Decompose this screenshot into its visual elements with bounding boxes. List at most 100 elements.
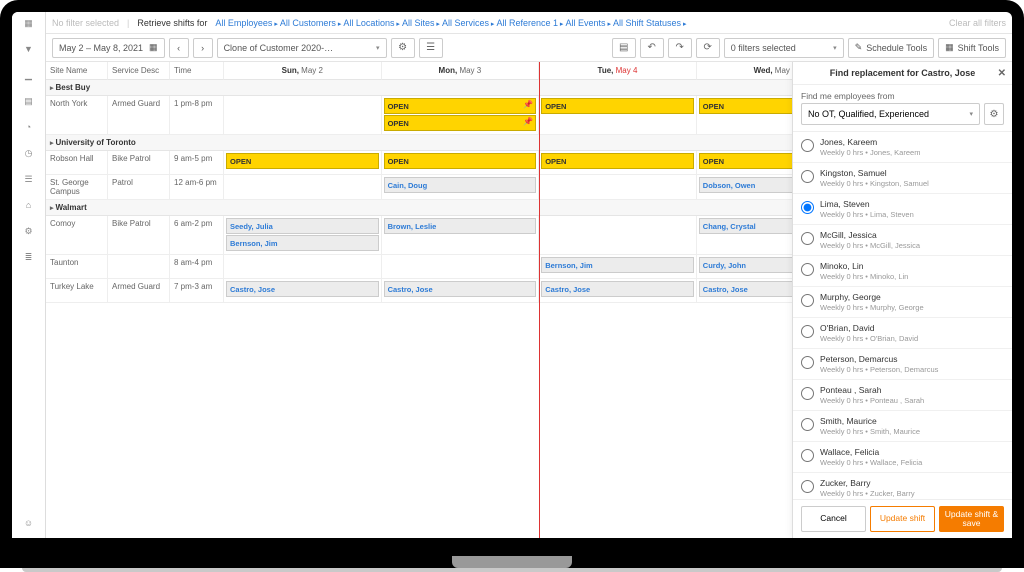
next-week-button[interactable]: › — [193, 38, 213, 58]
shift[interactable]: OPEN — [541, 153, 694, 169]
prev-week-button[interactable]: ‹ — [169, 38, 189, 58]
shift-cell[interactable] — [224, 255, 382, 279]
shift-cell[interactable]: OPEN — [539, 96, 697, 135]
clock-icon[interactable]: ◷ — [22, 146, 36, 160]
employee-radio[interactable] — [801, 418, 814, 431]
filter-settings-button[interactable]: ⚙ — [984, 103, 1004, 125]
shift[interactable]: OPEN — [226, 153, 379, 169]
clipboard-button[interactable]: ▤ — [612, 38, 636, 58]
shift-cell[interactable]: Bernson, Jim — [539, 255, 697, 279]
employee-radio[interactable] — [801, 170, 814, 183]
employee-radio[interactable] — [801, 387, 814, 400]
clear-all-filters[interactable]: Clear all filters — [949, 18, 1006, 28]
employee-radio[interactable] — [801, 139, 814, 152]
employee-option[interactable]: McGill, JessicaWeekly 0 hrs • McGill, Je… — [793, 225, 1012, 256]
shift-cell[interactable]: Cain, Doug — [382, 175, 540, 200]
employee-option[interactable]: Zucker, BarryWeekly 0 hrs • Zucker, Barr… — [793, 473, 1012, 499]
employee-radio[interactable] — [801, 263, 814, 276]
row-label: Bike Patrol — [108, 151, 170, 175]
date-range[interactable]: May 2 – May 8, 2021 ▦ — [52, 38, 165, 58]
employee-option[interactable]: Wallace, FeliciaWeekly 0 hrs • Wallace, … — [793, 442, 1012, 473]
cancel-button[interactable]: Cancel — [801, 506, 866, 532]
filter-link[interactable]: All Employees — [215, 18, 278, 28]
clipboard-icon[interactable]: ▤ — [22, 94, 36, 108]
shift[interactable]: OPEN📌 — [384, 115, 537, 131]
employee-option[interactable]: Kingston, SamuelWeekly 0 hrs • Kingston,… — [793, 163, 1012, 194]
shift[interactable]: Bernson, Jim — [226, 235, 379, 251]
shift[interactable]: OPEN📌 — [384, 98, 537, 114]
grid-icon[interactable]: ▦ — [22, 16, 36, 30]
employee-option[interactable]: O'Brian, DavidWeekly 0 hrs • O'Brian, Da… — [793, 318, 1012, 349]
shift-cell[interactable]: OPEN📌OPEN📌 — [382, 96, 540, 135]
close-icon[interactable]: ✕ — [998, 68, 1006, 79]
employee-radio[interactable] — [801, 449, 814, 462]
shift-cell[interactable]: Castro, Jose — [224, 279, 382, 303]
update-save-button[interactable]: Update shift & save — [939, 506, 1004, 532]
chart-icon[interactable]: ▁ — [22, 68, 36, 82]
update-shift-button[interactable]: Update shift — [870, 506, 935, 532]
schedule-tools-button[interactable]: ✎ Schedule Tools — [848, 38, 934, 58]
employee-option[interactable]: Smith, MauriceWeekly 0 hrs • Smith, Maur… — [793, 411, 1012, 442]
shift-cell[interactable]: Castro, Jose — [382, 279, 540, 303]
redo-button[interactable]: ↷ — [668, 38, 692, 58]
shift[interactable]: Castro, Jose — [541, 281, 694, 297]
filters-selected[interactable]: 0 filters selected ▾ — [724, 38, 844, 58]
shift[interactable]: OPEN — [541, 98, 694, 114]
shift-tools-button[interactable]: ▦ Shift Tools — [938, 38, 1006, 58]
filter-link[interactable]: All Sites — [402, 18, 440, 28]
shift-cell[interactable] — [539, 216, 697, 255]
view-select[interactable]: Clone of Customer 2020-… ▾ — [217, 38, 387, 58]
filter-link[interactable]: All Events — [565, 18, 611, 28]
shift[interactable]: Cain, Doug — [384, 177, 537, 193]
shift-cell[interactable]: OPEN — [224, 151, 382, 175]
filter-link[interactable]: All Shift Statuses — [613, 18, 687, 28]
gear-icon[interactable]: ⚙ — [22, 224, 36, 238]
employee-name: Zucker, Barry — [820, 478, 915, 488]
people-icon[interactable]: ⌂ — [22, 198, 36, 212]
shift[interactable]: Seedy, Julia — [226, 218, 379, 234]
list-icon[interactable]: ≣ — [22, 250, 36, 264]
shift-cell[interactable]: Castro, Jose — [539, 279, 697, 303]
shift-cell[interactable]: OPEN — [539, 151, 697, 175]
shift[interactable]: OPEN — [384, 153, 537, 169]
day-header: Sun, May 2 — [224, 62, 382, 80]
shift-cell[interactable] — [224, 175, 382, 200]
bell-icon[interactable]: ☰ — [22, 172, 36, 186]
refresh-button[interactable]: ⟳ — [696, 38, 720, 58]
employee-option[interactable]: Peterson, DemarcusWeekly 0 hrs • Peterso… — [793, 349, 1012, 380]
user-icon[interactable]: ☺ — [22, 516, 36, 530]
shift[interactable]: Bernson, Jim — [541, 257, 694, 273]
employee-filter-select[interactable]: No OT, Qualified, Experienced ▾ — [801, 103, 980, 125]
employee-radio[interactable] — [801, 294, 814, 307]
employee-radio[interactable] — [801, 232, 814, 245]
shift[interactable]: Brown, Leslie — [384, 218, 537, 234]
filter-bar: No filter selected | Retrieve shifts for… — [46, 12, 1012, 34]
filter-link[interactable]: All Locations — [343, 18, 400, 28]
pie-icon[interactable]: ◔ — [22, 120, 36, 134]
employee-radio[interactable] — [801, 480, 814, 493]
employee-option[interactable]: Lima, StevenWeekly 0 hrs • Lima, Steven — [793, 194, 1012, 225]
employee-radio[interactable] — [801, 325, 814, 338]
shift-cell[interactable] — [224, 96, 382, 135]
filter-link[interactable]: All Services — [442, 18, 494, 28]
filter-icon[interactable]: ▼ — [22, 42, 36, 56]
employee-option[interactable]: Ponteau , SarahWeekly 0 hrs • Ponteau , … — [793, 380, 1012, 411]
settings-button[interactable]: ⚙ — [391, 38, 415, 58]
shift-cell[interactable]: Brown, Leslie — [382, 216, 540, 255]
shift-cell[interactable]: Seedy, JuliaBernson, Jim — [224, 216, 382, 255]
filter-link[interactable]: All Reference 1 — [496, 18, 563, 28]
sliders-button[interactable]: ☰ — [419, 38, 443, 58]
filter-link[interactable]: All Customers — [280, 18, 341, 28]
employee-option[interactable]: Jones, KareemWeekly 0 hrs • Jones, Karee… — [793, 132, 1012, 163]
shift[interactable]: Castro, Jose — [384, 281, 537, 297]
shift[interactable]: Castro, Jose — [226, 281, 379, 297]
employee-option[interactable]: Murphy, GeorgeWeekly 0 hrs • Murphy, Geo… — [793, 287, 1012, 318]
shift-cell[interactable] — [382, 255, 540, 279]
employee-meta: Weekly 0 hrs • O'Brian, David — [820, 334, 918, 343]
employee-radio[interactable] — [801, 201, 814, 214]
undo-button[interactable]: ↶ — [640, 38, 664, 58]
shift-cell[interactable] — [539, 175, 697, 200]
shift-cell[interactable]: OPEN — [382, 151, 540, 175]
employee-radio[interactable] — [801, 356, 814, 369]
employee-option[interactable]: Minoko, LinWeekly 0 hrs • Minoko, Lin — [793, 256, 1012, 287]
